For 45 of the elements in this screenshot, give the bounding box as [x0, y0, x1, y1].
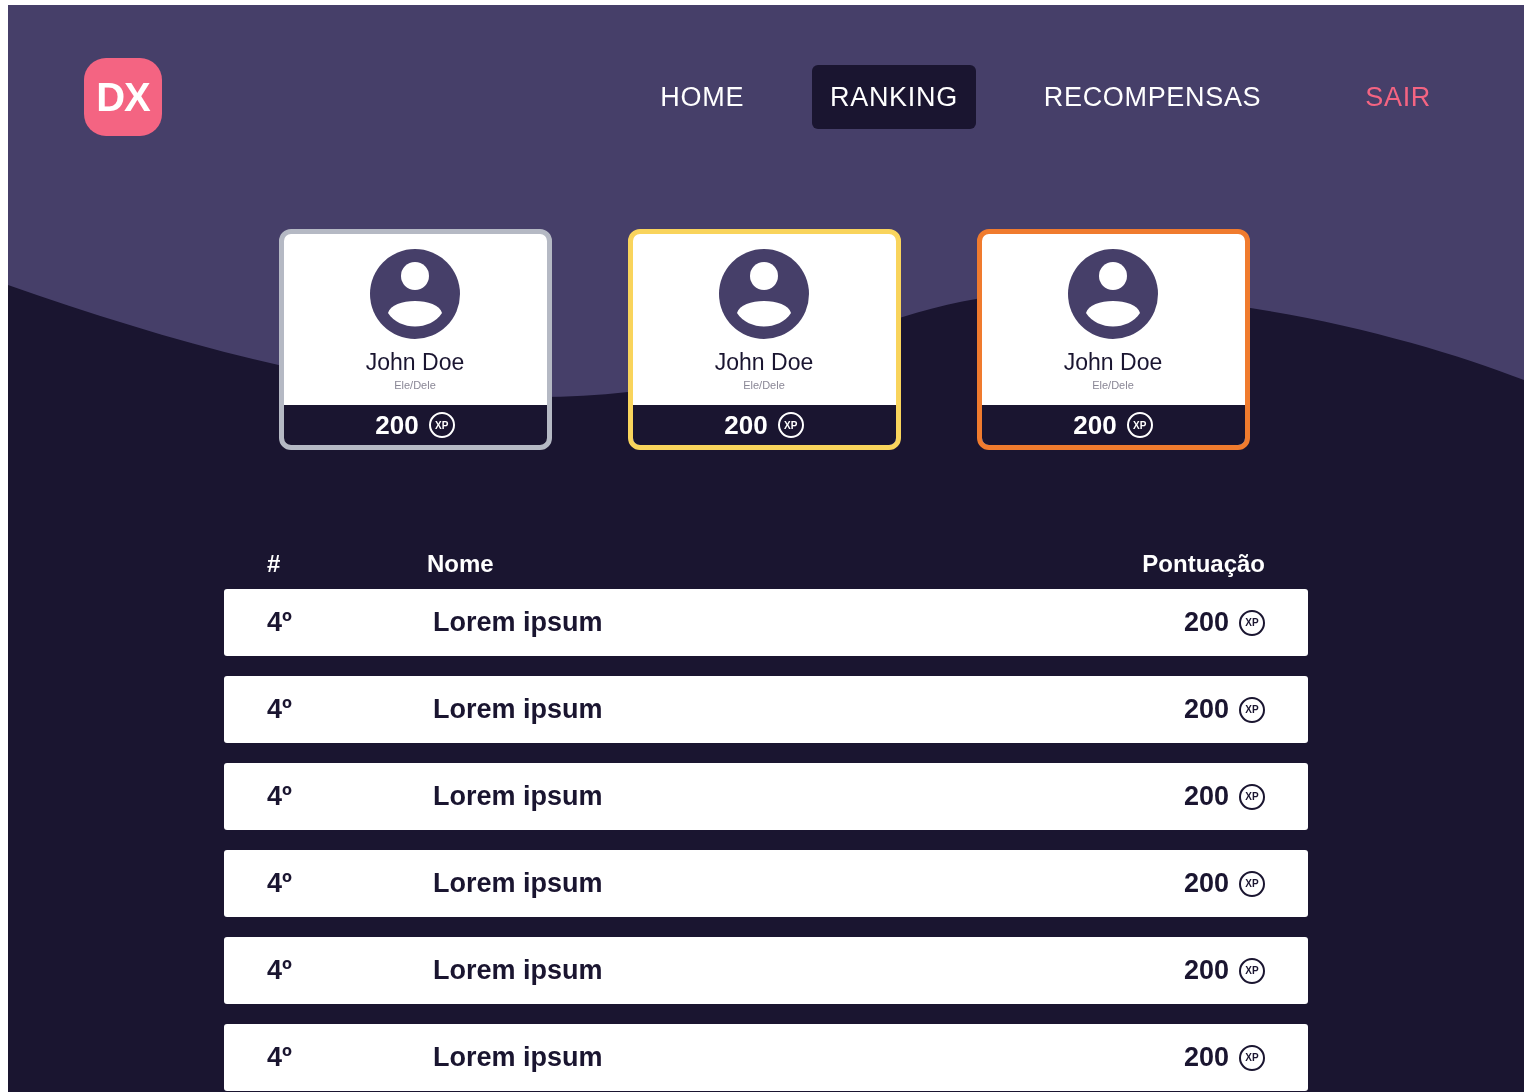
- score-cell-text: 200: [1183, 954, 1229, 988]
- score-cell-text: 200: [1183, 867, 1229, 901]
- xp-badge: XP: [1239, 696, 1265, 723]
- rank-cell-text: 4º: [267, 954, 293, 988]
- nav-link[interactable]: RANKING: [812, 64, 976, 130]
- column-header: #: [267, 549, 282, 579]
- xp-badge: XP: [428, 412, 455, 438]
- player-score: 200: [1073, 408, 1117, 442]
- name-cell-text: Lorem ipsum: [433, 693, 604, 727]
- player-pronouns: Ele/Dele: [1092, 380, 1134, 391]
- avatar-icon: [1068, 249, 1158, 339]
- player-score: 200: [375, 408, 419, 442]
- xp-badge: XP: [1239, 609, 1265, 636]
- rank-cell-text: 4º: [267, 606, 293, 640]
- score-cell-text: 200: [1183, 780, 1229, 814]
- player-pronouns: Ele/Dele: [743, 380, 785, 391]
- xp-badge: XP: [1239, 783, 1265, 810]
- rank-cell-text: 4º: [267, 780, 293, 814]
- avatar-icon: [719, 249, 809, 339]
- score-cell-text: 200: [1183, 606, 1229, 640]
- score-cell-text: 200: [1183, 1041, 1229, 1075]
- name-cell-text: Lorem ipsum: [433, 867, 604, 901]
- player-name: John Doe: [714, 351, 814, 374]
- xp-badge: XP: [1239, 870, 1265, 897]
- xp-badge: XP: [1126, 412, 1153, 438]
- xp-badge: XP: [1239, 957, 1265, 984]
- player-score: 200: [724, 408, 768, 442]
- name-cell-text: Lorem ipsum: [433, 954, 604, 988]
- rank-cell-text: 4º: [267, 1041, 293, 1075]
- column-header: Nome: [427, 549, 495, 579]
- xp-badge: XP: [1239, 1044, 1265, 1071]
- name-cell-text: Lorem ipsum: [433, 606, 604, 640]
- player-name: John Doe: [365, 351, 465, 374]
- player-name: John Doe: [1063, 351, 1163, 374]
- nav-link[interactable]: HOME: [642, 64, 763, 130]
- column-header: Pontuação: [1142, 549, 1265, 579]
- score-cell-text: 200: [1183, 693, 1229, 727]
- nav-link[interactable]: RECOMPENSAS: [1025, 64, 1280, 130]
- name-cell-text: Lorem ipsum: [433, 1041, 604, 1075]
- rank-cell-text: 4º: [267, 867, 293, 901]
- rank-cell-text: 4º: [267, 693, 293, 727]
- name-cell-text: Lorem ipsum: [433, 780, 604, 814]
- player-pronouns: Ele/Dele: [394, 380, 436, 391]
- xp-badge: XP: [777, 412, 804, 438]
- avatar-icon: [370, 249, 460, 339]
